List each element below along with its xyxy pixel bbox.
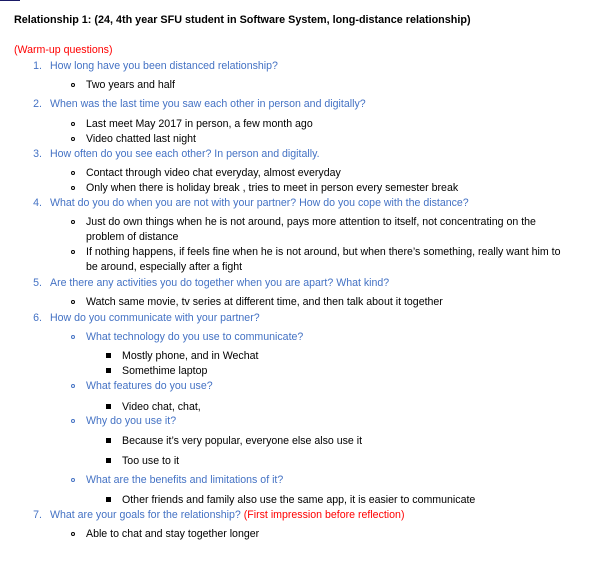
circle-bullet-icon xyxy=(71,250,75,254)
circle-bullet-icon xyxy=(71,83,75,87)
square-bullet-icon xyxy=(106,353,111,358)
circle-bullet-icon xyxy=(71,532,75,536)
sub-question: What are the benefits and limitations of… xyxy=(86,474,284,486)
answer-item: Video chatted last night xyxy=(86,133,196,145)
circle-bullet-icon xyxy=(71,137,75,141)
square-bullet-icon xyxy=(106,458,111,463)
question-7: What are your goals for the relationship… xyxy=(50,509,404,522)
answer-item: Mostly phone, and in Wechat xyxy=(122,350,259,362)
answer-item-line: If nothing happens, if feels fine when h… xyxy=(86,246,561,258)
question-6: How do you communicate with your partner… xyxy=(50,312,260,324)
circle-bullet-icon xyxy=(71,122,75,126)
circle-bullet-icon xyxy=(71,419,75,423)
question-number: 7. xyxy=(33,509,42,521)
answer-item: Watch same movie, tv series at different… xyxy=(86,296,443,308)
answer-item-line: problem of distance xyxy=(86,231,179,243)
answer-item: Contact through video chat everyday, alm… xyxy=(86,167,341,179)
answer-item-line: Just do own things when he is not around… xyxy=(86,216,536,228)
answer-item: Somethime laptop xyxy=(122,365,208,377)
answer-item: Video chat, chat, xyxy=(122,401,201,413)
square-bullet-icon xyxy=(106,404,111,409)
sub-question: What features do you use? xyxy=(86,380,213,392)
answer-item: Last meet May 2017 in person, a few mont… xyxy=(86,118,313,130)
answer-item: Two years and half xyxy=(86,79,175,91)
circle-bullet-icon xyxy=(71,171,75,175)
circle-bullet-icon xyxy=(71,384,75,388)
document: Relationship 1: (24, 4th year SFU studen… xyxy=(0,0,596,566)
answer-item-line: be around, especially after a fight xyxy=(86,261,243,273)
answer-item: Because it’s very popular, everyone else… xyxy=(122,435,363,447)
circle-bullet-icon xyxy=(71,186,75,190)
circle-bullet-icon xyxy=(71,478,75,482)
square-bullet-icon xyxy=(106,497,111,502)
question-number: 6. xyxy=(33,312,42,324)
warmup-heading: (Warm-up questions) xyxy=(14,44,113,56)
answer-item: Only when there is holiday break , tries… xyxy=(86,182,459,194)
question-4: What do you do when you are not with you… xyxy=(50,197,469,209)
sub-question: What technology do you use to communicat… xyxy=(86,331,304,343)
square-bullet-icon xyxy=(106,438,111,443)
circle-bullet-icon xyxy=(71,335,75,339)
circle-bullet-icon xyxy=(71,300,75,304)
answer-item: Too use to it xyxy=(122,455,180,467)
question-1: How long have you been distanced relatio… xyxy=(50,60,278,72)
question-7-note: (First impression before reflection) xyxy=(243,509,405,521)
answer-item: Other friends and family also use the sa… xyxy=(122,494,476,506)
question-5: Are there any activities you do together… xyxy=(50,277,390,289)
question-number: 1. xyxy=(33,60,42,72)
question-number: 4. xyxy=(33,197,42,209)
question-3: How often do you see each other? In pers… xyxy=(50,148,320,160)
square-bullet-icon xyxy=(106,368,111,373)
question-number: 5. xyxy=(33,277,42,289)
question-7-text: What are your goals for the relationship… xyxy=(50,509,241,521)
sub-question: Why do you use it? xyxy=(86,415,177,427)
question-2: When was the last time you saw each othe… xyxy=(50,98,366,110)
answer-item: Able to chat and stay together longer xyxy=(86,528,260,540)
question-number: 3. xyxy=(33,148,42,160)
question-number: 2. xyxy=(33,98,42,110)
document-title: Relationship 1: (24, 4th year SFU studen… xyxy=(14,14,471,26)
circle-bullet-icon xyxy=(71,220,75,224)
